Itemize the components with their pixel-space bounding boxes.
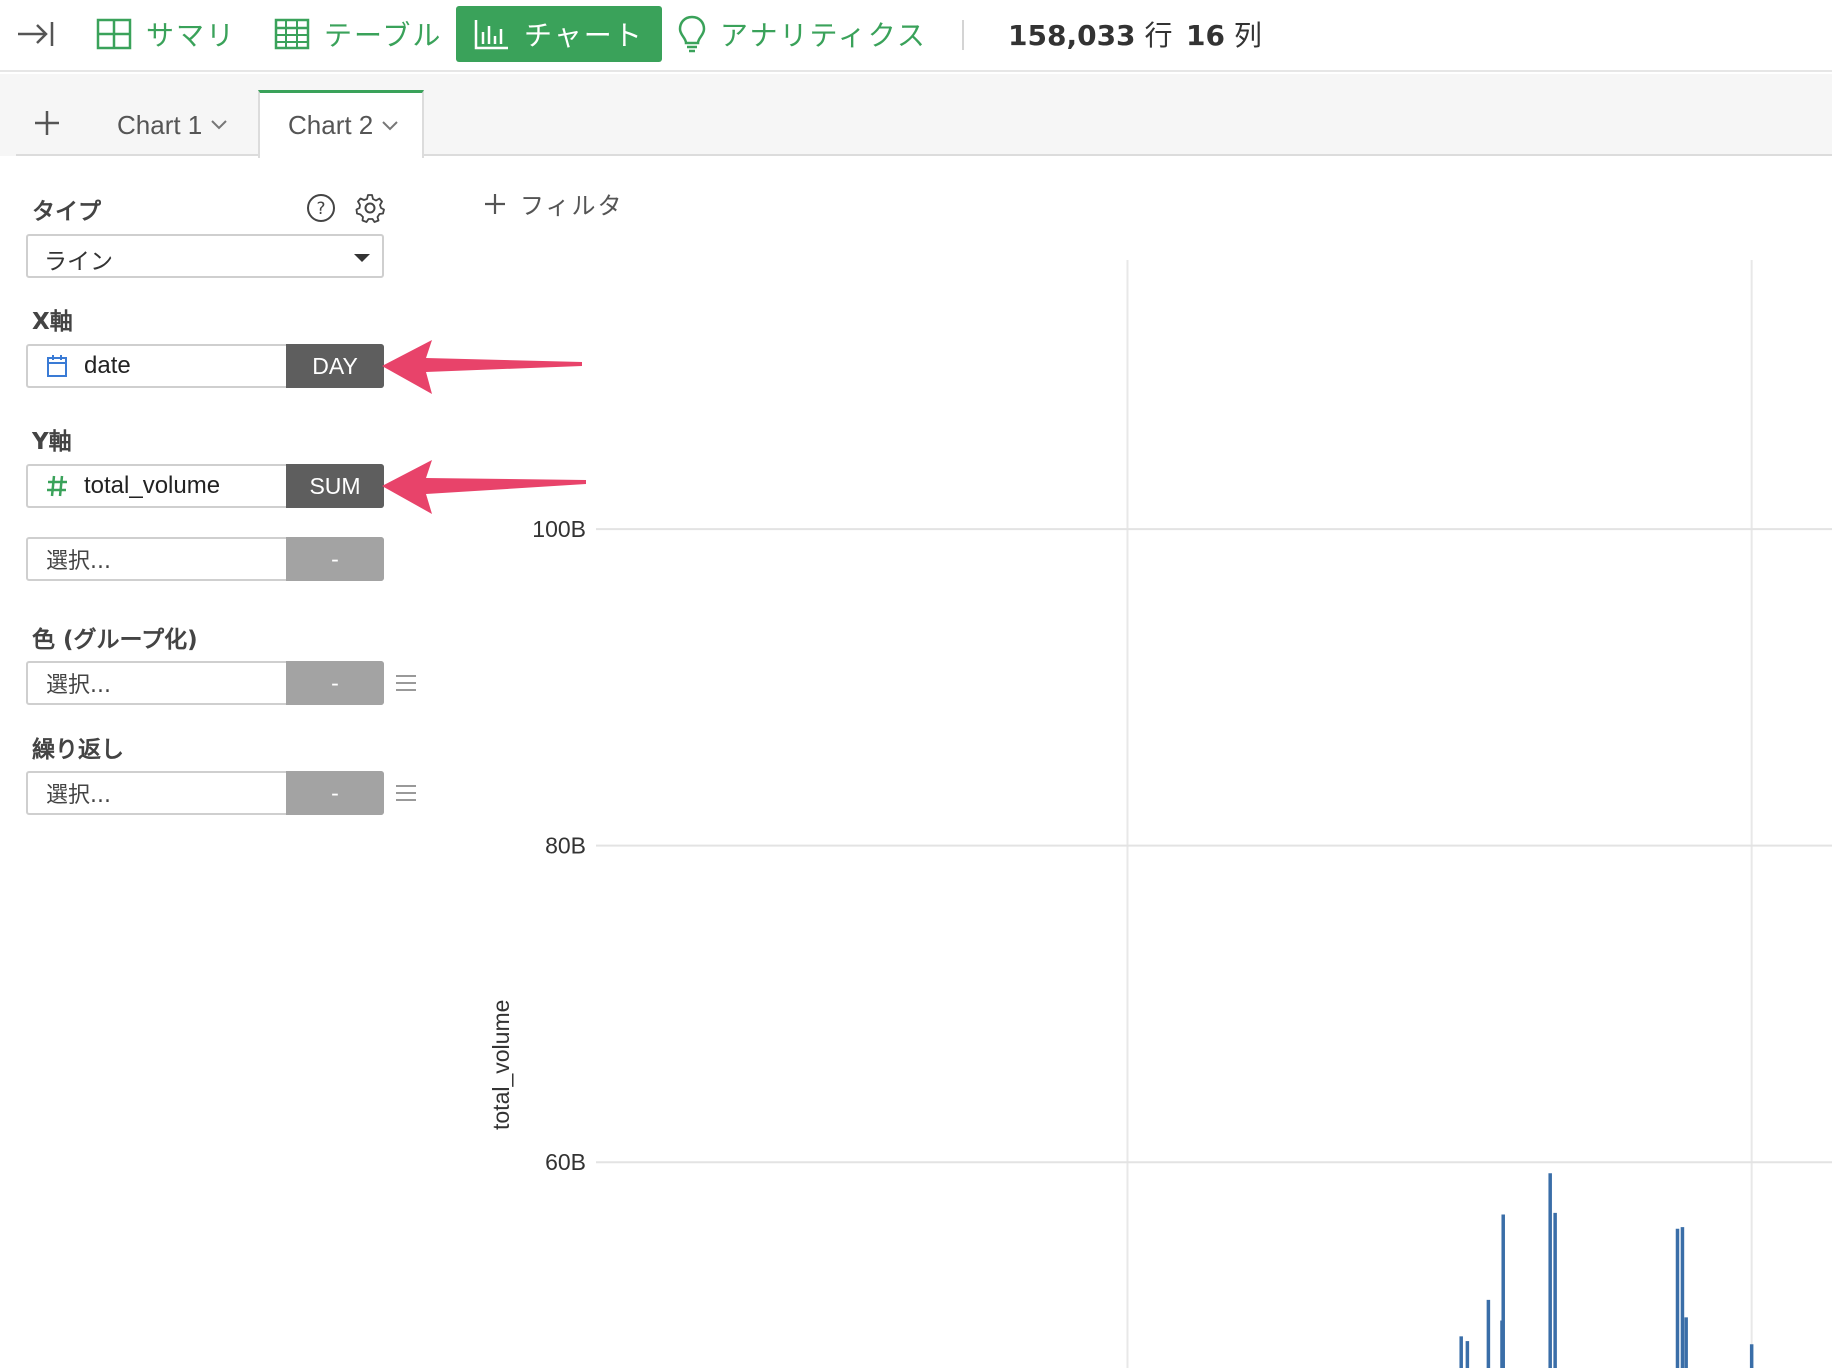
y-axis-title: total_volume xyxy=(488,999,514,1130)
y-axis-second-field[interactable]: 選択... - xyxy=(26,537,384,581)
svg-text:?: ? xyxy=(316,199,325,219)
color-group-aggregation-button[interactable]: - xyxy=(286,661,384,705)
color-group-field[interactable]: 選択... - xyxy=(26,661,384,705)
y-axis-column[interactable]: total_volume xyxy=(28,466,286,506)
x-axis-field[interactable]: date DAY xyxy=(26,344,384,388)
row-count: 158,033 行 xyxy=(1008,14,1172,54)
filter-label: フィルタ xyxy=(520,192,624,220)
column-count: 16 列 xyxy=(1186,14,1262,54)
chart-type-value: ライン xyxy=(44,249,113,275)
y-axis-field[interactable]: total_volume SUM xyxy=(26,464,384,508)
table-icon xyxy=(274,18,310,50)
hamburger-menu-icon[interactable] xyxy=(394,783,418,803)
repeat-column[interactable]: 選択... xyxy=(28,773,286,813)
color-group-label: 色 (グループ化) xyxy=(32,627,198,653)
column-count-value: 16 xyxy=(1186,19,1225,52)
y-axis-aggregation-button[interactable]: SUM xyxy=(286,464,384,508)
tab-chart-2-label: Chart 2 xyxy=(288,110,374,140)
chart-type-select[interactable]: ライン xyxy=(26,234,384,278)
tab-chart-2[interactable]: Chart 2 xyxy=(258,90,424,158)
hamburger-menu-icon[interactable] xyxy=(394,673,418,693)
collapse-panel-icon[interactable] xyxy=(16,16,56,52)
calendar-icon xyxy=(47,355,67,377)
line-chart: 60B 80B 100B xyxy=(532,260,1832,1368)
add-filter-button[interactable]: フィルタ xyxy=(484,186,624,221)
chevron-down-icon xyxy=(382,120,398,130)
y-axis-second-column[interactable]: 選択... xyxy=(28,539,286,579)
tab-chart-1-label: Chart 1 xyxy=(117,109,203,140)
y-axis-second-aggregation-button[interactable]: - xyxy=(286,537,384,581)
y-axis-column-name: total_volume xyxy=(84,472,221,499)
repeat-field[interactable]: 選択... - xyxy=(26,771,384,815)
nav-table-tab[interactable]: テーブル xyxy=(256,6,460,62)
repeat-aggregation-button[interactable]: - xyxy=(286,771,384,815)
y-axis-label: Y軸 xyxy=(32,429,72,455)
summary-grid-icon xyxy=(96,18,132,50)
x-axis-aggregation-button[interactable]: DAY xyxy=(286,344,384,388)
y-axis-second-placeholder: 選択... xyxy=(46,549,111,574)
color-group-placeholder: 選択... xyxy=(46,673,111,698)
nav-chart-tab[interactable]: チャート xyxy=(456,6,662,62)
repeat-label: 繰り返し xyxy=(32,737,124,763)
plus-icon xyxy=(485,193,505,214)
numeric-hash-icon xyxy=(47,475,67,497)
repeat-placeholder: 選択... xyxy=(46,783,111,808)
y-tick-label: 100B xyxy=(532,516,586,542)
x-axis-column-name: date xyxy=(84,352,131,379)
nav-chart-label: チャート xyxy=(524,19,644,52)
nav-summary-label: サマリ xyxy=(146,19,237,52)
y-tick-label: 80B xyxy=(545,833,586,859)
caret-down-icon xyxy=(354,254,370,262)
row-count-unit: 行 xyxy=(1144,19,1173,52)
bar-chart-icon xyxy=(474,20,508,50)
y-tick-label: 60B xyxy=(545,1149,586,1175)
type-label: タイプ xyxy=(32,199,101,225)
nav-summary-tab[interactable]: サマリ xyxy=(78,6,254,62)
gear-icon[interactable] xyxy=(355,193,385,223)
tab-chart-1[interactable]: Chart 1 xyxy=(117,94,228,156)
nav-analytics-label: アナリティクス xyxy=(720,19,927,52)
column-count-unit: 列 xyxy=(1233,19,1262,52)
chevron-down-icon xyxy=(211,120,227,130)
top-toolbar: サマリ テーブル チャート アナリティクス 158,033 行 16 列 xyxy=(0,0,1832,72)
add-chart-icon[interactable] xyxy=(34,110,60,136)
row-count-value: 158,033 xyxy=(1008,19,1136,52)
lightbulb-icon xyxy=(678,15,706,53)
nav-analytics-tab[interactable]: アナリティクス xyxy=(660,6,945,62)
toolbar-divider xyxy=(962,20,964,50)
help-icon[interactable]: ? xyxy=(306,193,336,223)
color-group-column[interactable]: 選択... xyxy=(28,663,286,703)
x-axis-column[interactable]: date xyxy=(28,346,286,386)
x-axis-label: X軸 xyxy=(32,309,73,335)
nav-table-label: テーブル xyxy=(324,19,443,52)
